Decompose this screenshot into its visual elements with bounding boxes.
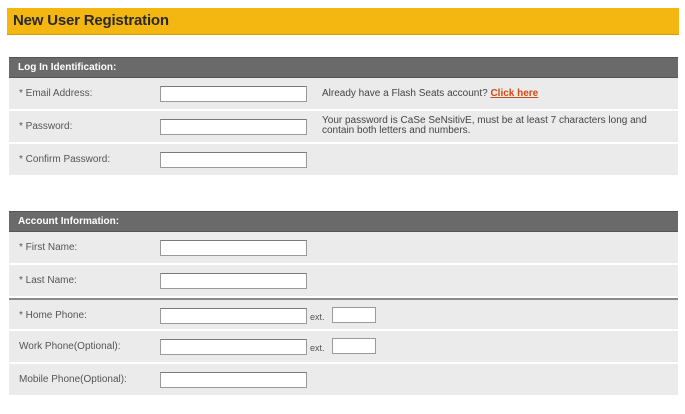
work-phone-label: Work Phone(Optional):	[19, 341, 121, 352]
home-ext-label: ext.	[310, 312, 325, 322]
confirm-password-row: * Confirm Password:	[9, 144, 678, 177]
last-name-row: * Last Name:	[9, 265, 678, 298]
mobile-phone-row: Mobile Phone(Optional):	[9, 364, 678, 397]
first-name-field[interactable]	[160, 240, 307, 256]
work-ext-field[interactable]	[332, 338, 376, 354]
title-bar: New User Registration	[7, 8, 679, 35]
confirm-password-label: * Confirm Password:	[19, 154, 111, 165]
login-section: Log In Identification: * Email Address: …	[9, 57, 678, 177]
mobile-phone-field[interactable]	[160, 372, 307, 388]
home-phone-label: * Home Phone:	[19, 310, 87, 321]
mobile-phone-label: Mobile Phone(Optional):	[19, 374, 127, 385]
password-row: * Password: Your password is CaSe SeNsit…	[9, 111, 678, 144]
last-name-label: * Last Name:	[19, 275, 77, 286]
first-name-label: * First Name:	[19, 242, 78, 253]
password-note: Your password is CaSe SeNsitivE, must be…	[322, 115, 647, 136]
account-note-text: Already have a Flash Seats account?	[322, 88, 488, 99]
password-field[interactable]	[160, 119, 307, 135]
email-label: * Email Address:	[19, 88, 93, 99]
account-section: Account Information: * First Name: * Las…	[9, 211, 678, 397]
home-phone-row: * Home Phone: ext.	[9, 298, 678, 331]
confirm-password-field[interactable]	[160, 152, 307, 168]
login-section-header: Log In Identification:	[9, 57, 678, 78]
account-note: Already have a Flash Seats account? Clic…	[322, 89, 538, 99]
first-name-row: * First Name:	[9, 232, 678, 265]
work-phone-field[interactable]	[160, 339, 307, 355]
page-title: New User Registration	[13, 12, 169, 29]
click-here-link[interactable]: Click here	[490, 88, 538, 99]
home-ext-field[interactable]	[332, 307, 376, 323]
account-section-header: Account Information:	[9, 211, 678, 232]
email-field[interactable]	[160, 86, 307, 102]
last-name-field[interactable]	[160, 273, 307, 289]
password-label: * Password:	[19, 121, 73, 132]
email-row: * Email Address: Already have a Flash Se…	[9, 78, 678, 111]
work-ext-label: ext.	[310, 343, 325, 353]
work-phone-row: Work Phone(Optional): ext.	[9, 331, 678, 364]
home-phone-field[interactable]	[160, 308, 307, 324]
